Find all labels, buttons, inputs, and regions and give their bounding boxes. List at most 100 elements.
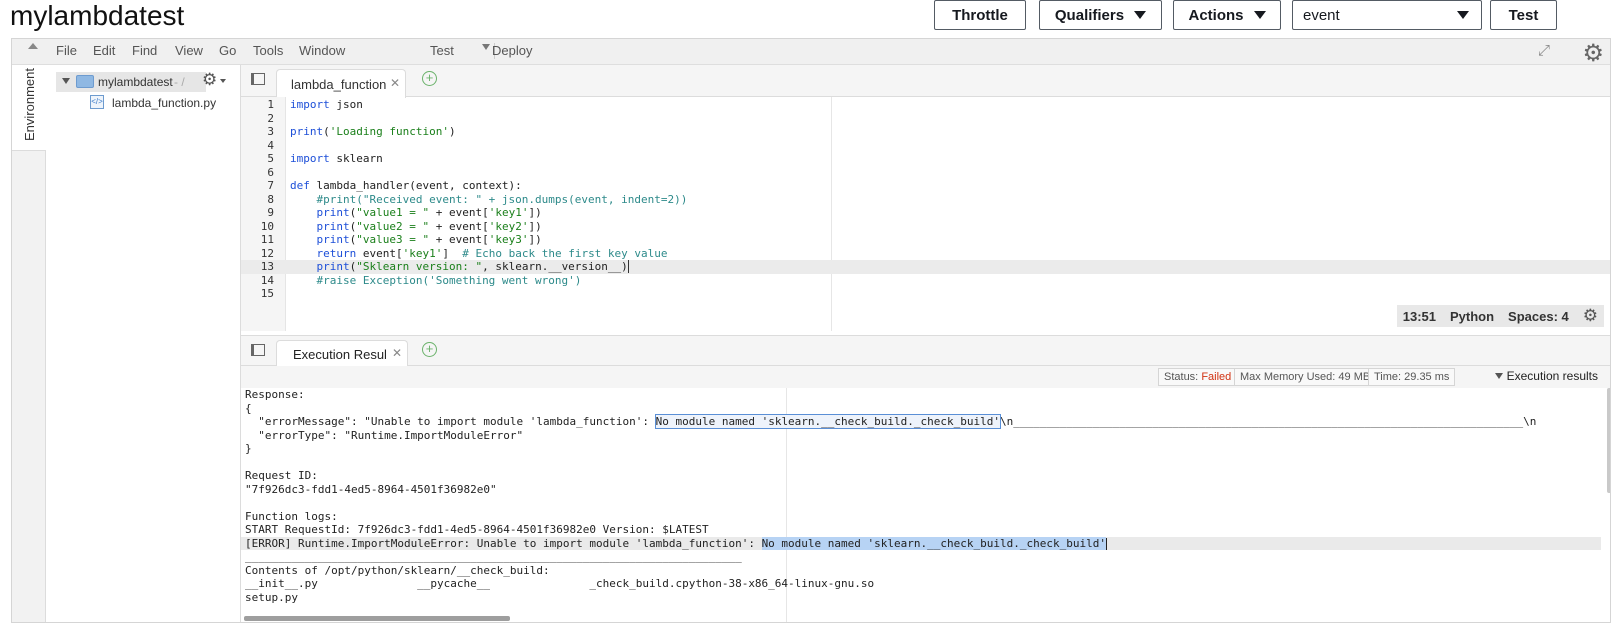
code-line: 2 (241, 111, 1610, 126)
output-text: "errorMessage": "Unable to import module… (245, 415, 656, 428)
throttle-label: Throttle (952, 6, 1008, 24)
code-text: print("value2 = " + event['key2']) (316, 219, 542, 233)
tab-menu-icon[interactable] (251, 344, 265, 356)
tab-label: lambda_function. (291, 77, 387, 92)
gear-icon[interactable]: ⚙ (1583, 306, 1598, 326)
gear-icon[interactable]: ⚙ (1582, 39, 1604, 68)
status-value: Failed (1201, 371, 1232, 383)
code-text: print('Loading function') (290, 125, 456, 138)
line-number: 6 (267, 165, 274, 179)
line-number: 2 (267, 111, 274, 125)
status-badge: Status: Failed (1158, 368, 1238, 386)
caret-down-icon (1253, 11, 1266, 19)
code-line: 15 (241, 287, 1610, 301)
tab-execution-results[interactable]: Execution Resul ✕ (276, 340, 408, 367)
editor-pane: lambda_function. ✕ + 1 import json 2 3 pri… (241, 65, 1610, 331)
results-output[interactable]: Response: { "errorMessage": "Unable to i… (241, 388, 1601, 622)
output-text: \n______________________________________… (999, 415, 1537, 428)
menu-edit[interactable]: Edit (93, 43, 115, 58)
tree-file-label: lambda_function.py (112, 96, 217, 110)
add-tab-icon[interactable]: + (422, 342, 437, 357)
code-line: 14 #raise Exception('Something went wron… (241, 274, 1610, 288)
tree-root-label: mylambdatest (98, 75, 173, 89)
code-line: 7 def lambda_handler(event, context): (241, 179, 1610, 193)
test-label: Test (1508, 6, 1539, 24)
menu-file[interactable]: File (56, 43, 77, 58)
chevron-down-icon[interactable] (220, 79, 226, 83)
code-line: 1 import json (241, 98, 1610, 112)
code-text: print("value3 = " + event['key3']) (316, 233, 542, 246)
code-line: 3 print('Loading function') (241, 125, 1610, 139)
line-number: 10 (260, 219, 274, 233)
code-line: 8 #print("Received event: " + json.dumps… (241, 192, 1610, 207)
code-text: print("value1 = " + event['key1']) (316, 206, 542, 219)
output-line: "7f926dc3-fdd1-4ed5-8964-4501f36982e0" (245, 482, 497, 496)
ide-menubar: File Edit Find View Go Tools Window Test… (12, 39, 1610, 68)
output-line: } (245, 442, 252, 455)
function-name-title: mylambdatest (10, 0, 185, 31)
code-editor-ide: File Edit Find View Go Tools Window Test… (11, 38, 1611, 623)
line-number: 12 (260, 246, 274, 260)
line-number: 15 (260, 287, 274, 300)
output-line: Request ID: (245, 469, 318, 482)
environment-tab[interactable]: Environment (12, 65, 46, 151)
tree-root-folder[interactable]: mylambdatest - / (56, 72, 206, 92)
gear-icon[interactable]: ⚙ (202, 70, 217, 90)
menu-deploy[interactable]: Deploy (492, 43, 532, 58)
tree-root-suffix: - / (174, 75, 185, 89)
code-text: #print("Received event: " + json.dumps(e… (316, 192, 688, 206)
test-event-select[interactable]: event (1292, 0, 1482, 30)
fullscreen-icon[interactable]: ⤢ (1538, 42, 1550, 59)
code-line: 9 print("value1 = " + event['key1']) (241, 206, 1610, 220)
code-line: 11 print("value3 = " + event['key3']) (241, 233, 1610, 247)
qualifiers-button[interactable]: Qualifiers (1039, 0, 1162, 30)
throttle-button[interactable]: Throttle (934, 0, 1026, 30)
chevron-down-icon[interactable] (482, 44, 490, 50)
lambda-console: mylambdatest Throttle Qualifiers Actions… (0, 0, 1622, 636)
menu-window[interactable]: Window (299, 43, 345, 58)
text-cursor (628, 260, 629, 273)
output-line: { (245, 401, 252, 415)
test-button[interactable]: Test (1490, 0, 1557, 30)
caret-down-icon (1494, 373, 1503, 379)
menu-find[interactable]: Find (132, 43, 157, 58)
expand-triangle-icon[interactable] (62, 78, 70, 84)
output-line: __init__.py __pycache__ _check_build.cpy… (245, 577, 875, 590)
caret-down-icon (1457, 11, 1469, 19)
results-toolbar: Status: Failed Max Memory Used: 49 MB Ti… (241, 366, 1610, 388)
output-text: [ERROR] Runtime.ImportModuleError: Unabl… (245, 536, 762, 550)
editor-status-bar: 13:51 Python Spaces: 4 ⚙ (1396, 305, 1604, 327)
horizontal-scrollbar[interactable] (244, 616, 510, 621)
close-icon[interactable]: ✕ (392, 346, 402, 360)
menu-tools[interactable]: Tools (253, 43, 283, 58)
tab-lambda-function[interactable]: lambda_function. ✕ (276, 69, 406, 98)
close-icon[interactable]: ✕ (390, 76, 400, 90)
collapse-up-icon[interactable] (28, 43, 38, 49)
language-mode[interactable]: Python (1450, 309, 1494, 324)
menu-view[interactable]: View (175, 43, 203, 58)
add-tab-icon[interactable]: + (422, 71, 437, 86)
output-line: "errorMessage": "Unable to import module… (245, 414, 1537, 429)
indent-setting[interactable]: Spaces: 4 (1508, 309, 1569, 324)
vertical-scrollbar[interactable] (1607, 388, 1610, 493)
line-number: 1 (267, 98, 274, 111)
execution-results-toggle[interactable]: Execution results (1494, 369, 1598, 383)
file-tree: mylambdatest - / ⚙ </> lambda_function.p… (46, 65, 241, 622)
cursor-position[interactable]: 13:51 (1403, 309, 1436, 324)
python-file-icon: </> (90, 95, 104, 109)
line-number: 7 (267, 179, 274, 192)
tab-menu-icon[interactable] (251, 73, 265, 85)
menu-run-test[interactable]: Test (430, 43, 454, 58)
code-line: 5 import sklearn (241, 152, 1610, 166)
execution-results-pane: Execution Resul ✕ + Status: Failed Max M… (241, 335, 1610, 622)
menu-go[interactable]: Go (219, 43, 236, 58)
output-line: ________________________________________… (245, 550, 742, 563)
code-text: return event['key1'] # Echo back the fir… (316, 246, 668, 260)
side-rail: Environment (12, 65, 46, 622)
actions-button[interactable]: Actions (1173, 0, 1281, 30)
output-highlight: No module named 'sklearn.__check_build._… (654, 414, 1001, 429)
code-line: 10 print("value2 = " + event['key2']) (241, 219, 1610, 234)
test-event-value: event (1303, 6, 1340, 24)
folder-icon (76, 75, 94, 88)
code-line: 4 (241, 139, 1610, 153)
